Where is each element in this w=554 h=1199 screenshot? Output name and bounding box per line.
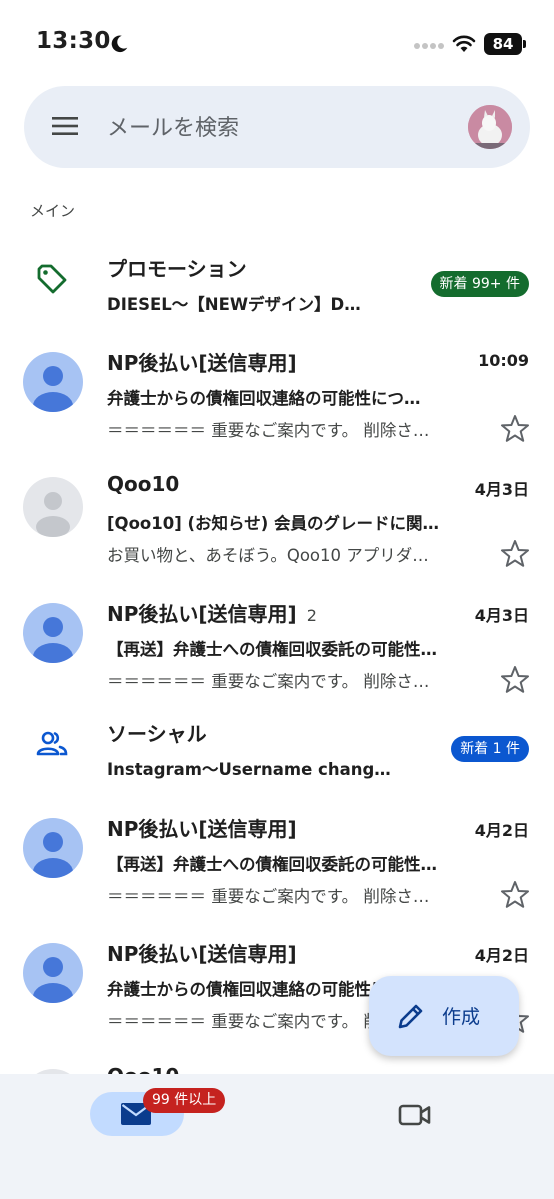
thread-count: 2 [306,606,317,625]
pencil-icon [398,1004,423,1029]
account-avatar[interactable] [468,105,512,149]
category-subtitle: Instagram～Username chang… [107,760,391,779]
compose-label: 作成 [442,1006,481,1028]
battery-indicator: 84 [484,33,522,55]
email-subject: 【再送】弁護士への債権回収委託の可能性… [107,640,437,659]
email-snippet: お買い物と、あそぼう。Qoo10 アプリダ… [107,546,429,565]
email-subject: 弁護士からの債権回収連絡の可能性につ… [107,389,421,408]
category-title: プロモーション [107,257,247,281]
battery-nub [523,40,526,48]
video-camera-icon[interactable] [398,1102,432,1128]
status-bar: 13:30 84 [0,0,554,80]
compose-button[interactable]: 作成 [369,976,519,1056]
cellular-signal-icon [414,43,444,49]
search-bar[interactable] [24,86,530,168]
sender-avatar [23,818,83,878]
new-count-badge: 新着 1 件 [451,736,529,762]
sender-name: Qoo10 [107,472,180,496]
sender-avatar [23,352,83,412]
search-input[interactable]: メールを検索 [107,110,239,142]
star-icon[interactable] [499,538,531,570]
sender-avatar [23,477,83,537]
bottom-navigation: 99 件以上 [0,1074,554,1199]
moon-icon [111,35,128,53]
star-icon[interactable] [499,664,531,696]
people-icon [36,731,68,756]
person-icon [33,366,73,412]
section-label-main: メイン [30,202,76,220]
email-date: 4月3日 [474,480,529,499]
sender-avatar [23,603,83,663]
email-date: 10:09 [478,351,529,370]
person-icon [33,957,73,1003]
unread-count-badge: 99 件以上 [143,1088,226,1113]
email-subject: 【再送】弁護士への債権回収委託の可能性… [107,855,437,874]
hamburger-menu-icon[interactable] [52,115,78,137]
star-icon[interactable] [499,413,531,445]
email-subject: [Qoo10] (お知らせ) 会員のグレードに関… [107,514,439,533]
sender-name: NP後払い[送信専用] [107,942,297,966]
sender-name: NP後払い[送信専用] 2 [107,602,317,626]
new-count-badge: 新着 99+ 件 [430,271,529,297]
email-date: 4月2日 [474,946,529,965]
category-title: ソーシャル [107,722,207,746]
status-time: 13:30 [36,28,111,54]
email-snippet: ＝＝＝＝＝＝ 重要なご案内です。 削除さ… [107,672,430,691]
email-row[interactable]: NP後払い[送信専用] 4月2日 【再送】弁護士への債権回収委託の可能性… ＝＝… [0,813,554,938]
email-snippet: ＝＝＝＝＝＝ 重要なご案内です。 削除さ… [107,421,430,440]
email-snippet: ＝＝＝＝＝＝ 重要なご案内です。 削除さ… [107,887,430,906]
sender-name: NP後払い[送信専用] [107,351,297,375]
email-row[interactable]: Qoo10 4月3日 [Qoo10] (お知らせ) 会員のグレードに関… お買い… [0,472,554,597]
email-row[interactable]: NP後払い[送信専用] 10:09 弁護士からの債権回収連絡の可能性につ… ＝＝… [0,347,554,472]
star-icon[interactable] [499,879,531,911]
email-date: 4月3日 [474,606,529,625]
category-subtitle: DIESEL～【NEWデザイン】D… [107,295,361,314]
email-row[interactable]: NP後払い[送信専用] 2 4月3日 【再送】弁護士への債権回収委託の可能性… ＝… [0,598,554,723]
wifi-icon [452,35,476,52]
sender-name: NP後払い[送信専用] [107,817,297,841]
person-icon [36,492,70,537]
email-date: 4月2日 [474,821,529,840]
tag-icon [37,264,67,294]
account-avatar-image [468,105,512,149]
person-icon [33,617,73,663]
person-icon [33,832,73,878]
sender-avatar [23,943,83,1003]
